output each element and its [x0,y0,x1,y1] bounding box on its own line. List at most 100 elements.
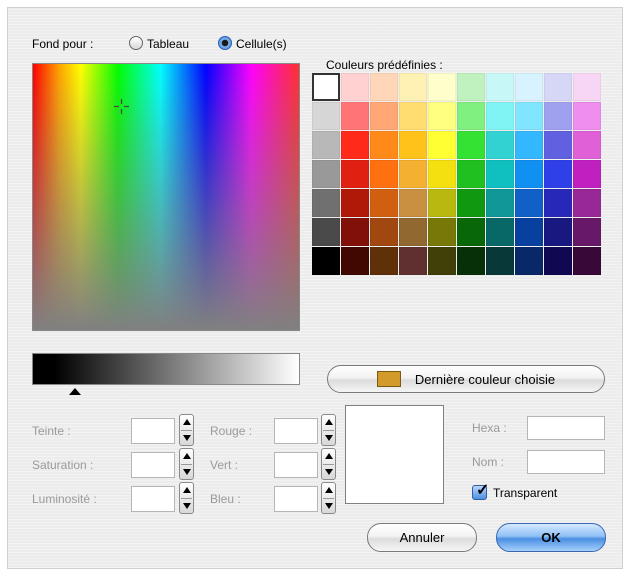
teinte-field[interactable] [131,418,175,444]
transparent-label[interactable]: Transparent [493,486,557,500]
color-swatch[interactable] [515,131,543,159]
color-swatch[interactable] [370,218,398,246]
color-swatch[interactable] [486,218,514,246]
color-swatch[interactable] [573,131,601,159]
luminosity-thumb-icon[interactable] [69,388,81,395]
color-swatch[interactable] [486,102,514,130]
color-swatch[interactable] [573,73,601,101]
color-swatch[interactable] [399,73,427,101]
color-swatch[interactable] [457,131,485,159]
color-swatch[interactable] [428,247,456,275]
color-swatch[interactable] [486,247,514,275]
color-swatch[interactable] [486,189,514,217]
color-swatch[interactable] [457,73,485,101]
color-swatch[interactable] [370,102,398,130]
last-color-label: Dernière couleur choisie [414,371,556,387]
color-swatch[interactable] [341,131,369,159]
color-swatch[interactable] [312,131,340,159]
teinte-stepper[interactable] [179,414,194,446]
color-swatch[interactable] [457,218,485,246]
vert-stepper[interactable] [321,448,336,480]
ok-button[interactable]: OK [496,523,606,552]
color-swatch[interactable] [428,102,456,130]
bleu-field[interactable] [274,486,318,512]
color-swatch[interactable] [515,73,543,101]
color-swatch[interactable] [486,160,514,188]
luminosite-stepper[interactable] [179,482,194,514]
color-swatch[interactable] [457,247,485,275]
luminosity-slider[interactable] [32,353,300,385]
bleu-stepper[interactable] [321,482,336,514]
color-swatch[interactable] [573,102,601,130]
color-swatch[interactable] [428,160,456,188]
color-swatch[interactable] [573,189,601,217]
color-swatch[interactable] [312,218,340,246]
color-swatch[interactable] [399,189,427,217]
transparent-checkbox[interactable]: ✓ [472,483,489,500]
color-swatch[interactable] [515,247,543,275]
color-swatch[interactable] [370,247,398,275]
color-swatch[interactable] [341,189,369,217]
color-swatch[interactable] [457,102,485,130]
color-swatch[interactable] [399,102,427,130]
radio-cellules[interactable] [218,36,232,50]
color-swatch[interactable] [341,160,369,188]
rouge-field[interactable] [274,418,318,444]
color-swatch[interactable] [312,189,340,217]
color-swatch[interactable] [370,73,398,101]
nom-field[interactable] [527,450,605,474]
color-swatch[interactable] [341,247,369,275]
color-swatch[interactable] [573,218,601,246]
color-swatch[interactable] [544,131,572,159]
color-swatch[interactable] [399,131,427,159]
last-color-button[interactable]: Dernière couleur choisie [327,365,605,393]
color-swatch[interactable] [428,218,456,246]
rouge-stepper[interactable] [321,414,336,446]
color-swatch[interactable] [544,218,572,246]
color-swatch[interactable] [428,131,456,159]
vert-label: Vert : [210,458,239,472]
color-swatch[interactable] [312,247,340,275]
color-swatch[interactable] [370,131,398,159]
radio-tableau[interactable] [129,36,143,50]
vert-field[interactable] [274,452,318,478]
color-swatch[interactable] [399,160,427,188]
color-swatch[interactable] [544,160,572,188]
hue-saturation-picker[interactable] [32,63,300,331]
color-swatch[interactable] [341,102,369,130]
color-swatch[interactable] [515,160,543,188]
saturation-field[interactable] [131,452,175,478]
color-swatch[interactable] [428,73,456,101]
color-swatch[interactable] [312,160,340,188]
color-swatch[interactable] [312,73,340,101]
color-swatch[interactable] [515,189,543,217]
color-swatch[interactable] [573,160,601,188]
radio-tableau-label[interactable]: Tableau [147,37,189,51]
hexa-field[interactable] [527,416,605,440]
color-swatch[interactable] [457,189,485,217]
color-swatch[interactable] [399,247,427,275]
color-swatch[interactable] [341,73,369,101]
color-swatch[interactable] [573,247,601,275]
hexa-label: Hexa : [472,421,507,435]
color-swatch[interactable] [370,189,398,217]
color-swatch[interactable] [544,102,572,130]
color-swatch[interactable] [312,102,340,130]
cancel-button[interactable]: Annuler [367,523,477,552]
color-swatch[interactable] [486,73,514,101]
luminosite-field[interactable] [131,486,175,512]
color-swatch[interactable] [457,160,485,188]
picker-crosshair-icon[interactable] [114,99,129,114]
color-swatch[interactable] [515,218,543,246]
color-swatch[interactable] [428,189,456,217]
color-swatch[interactable] [486,131,514,159]
color-swatch[interactable] [544,247,572,275]
color-swatch[interactable] [399,218,427,246]
color-swatch[interactable] [370,160,398,188]
radio-cellules-label[interactable]: Cellule(s) [236,37,287,51]
saturation-stepper[interactable] [179,448,194,480]
color-swatch[interactable] [341,218,369,246]
color-swatch[interactable] [544,189,572,217]
color-swatch[interactable] [515,102,543,130]
color-swatch[interactable] [544,73,572,101]
